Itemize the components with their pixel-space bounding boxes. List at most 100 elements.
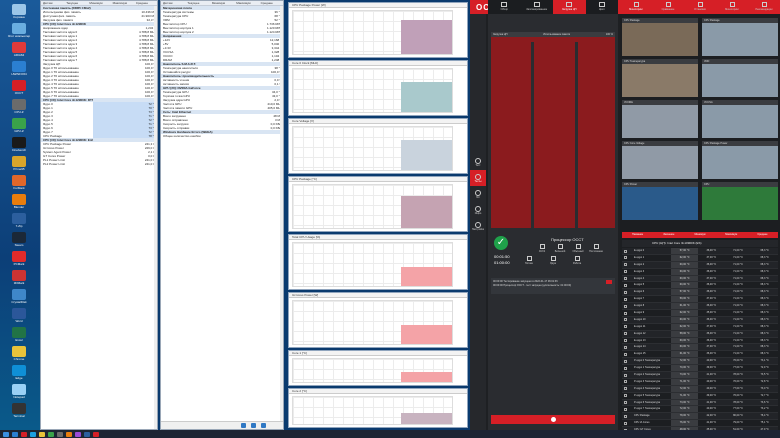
sidebar-item[interactable]: Лог [470, 186, 486, 202]
table-column-header[interactable]: Среднее [747, 232, 778, 238]
column-header[interactable]: Среднее [259, 1, 283, 5]
desktop-shortcut[interactable]: HWiNFO64 [6, 61, 32, 79]
row-checkbox[interactable] [624, 380, 627, 384]
table-row[interactable]: Е-ядро 3 60,00 °C 36,00 °C 71,00 °C 68,3 °C [622, 268, 778, 276]
hwinfo-reset-icon[interactable] [241, 423, 246, 428]
row-checkbox[interactable] [624, 270, 627, 274]
row-checkbox[interactable] [624, 332, 627, 336]
row-checkbox[interactable] [624, 318, 627, 322]
test-tab[interactable]: Запланированное [521, 0, 554, 14]
test-tab[interactable]: Загрузка ЦП [553, 0, 586, 14]
row-checkbox[interactable] [624, 407, 627, 411]
desktop-shortcut[interactable]: Prime95 [6, 156, 32, 174]
table-row[interactable]: Р-ядро 5 Температура 71,00 °C 39,00 °C 76,0… [622, 392, 778, 400]
row-checkbox[interactable] [624, 311, 627, 315]
monitor-tab[interactable]: Мониторинг [716, 0, 748, 14]
sidebar-item[interactable]: Тесты [470, 170, 486, 186]
table-row[interactable]: Е-ядро 10 60,00 °C 36,00 °C 71,00 °C 68,3 °C [622, 316, 778, 324]
taskbar-app-icon[interactable] [48, 431, 54, 437]
taskbar-app-icon[interactable] [84, 431, 90, 437]
table-row[interactable]: Е-ядро 11 62,00 °C 37,00 °C 71,00 °C 68,3 °C [622, 323, 778, 331]
sensor-row[interactable]: PL2 Power Limit 241,0 W [41, 162, 157, 166]
row-checkbox[interactable] [624, 283, 627, 287]
desktop-shortcut[interactable]: Steam [6, 232, 32, 250]
hwinfo-settings-icon[interactable] [261, 423, 266, 428]
column-header[interactable]: Датчик [161, 1, 185, 5]
table-row[interactable]: Е-ядро 0 57,00 °C 36,00 °C 71,00 °C 68,3 °C [622, 248, 778, 255]
column-header[interactable]: Максимум [111, 1, 134, 5]
table-row[interactable]: Р-ядро 1 Температура 70,00 °C 39,00 °C 77,0… [622, 365, 778, 373]
row-checkbox[interactable] [624, 366, 627, 370]
row-checkbox[interactable] [624, 256, 627, 260]
start-button[interactable] [3, 431, 9, 437]
desktop-shortcut[interactable]: 3DMark [6, 270, 32, 288]
taskbar-app-icon[interactable] [30, 431, 36, 437]
table-column-header[interactable]: Максимум [716, 232, 747, 238]
monitor-tab[interactable]: Рекомендации [748, 0, 780, 14]
desktop-shortcut[interactable]: AIDA64 [6, 42, 32, 60]
monitor-tab[interactable]: Установки [684, 0, 716, 14]
desktop-shortcut[interactable]: CrystalDisk [6, 289, 32, 307]
row-checkbox[interactable] [624, 263, 627, 267]
taskbar-app-icon[interactable] [21, 431, 27, 437]
hwinfo-log-icon[interactable] [251, 423, 256, 428]
test-tab[interactable]: Цикл [586, 0, 619, 14]
table-row[interactable]: Е-ядро 8 61,00 °C 36,00 °C 71,00 °C 68,3 °C [622, 303, 778, 311]
desktop-shortcut[interactable]: CPU-Z [6, 99, 32, 117]
row-checkbox[interactable] [624, 325, 627, 329]
row-checkbox[interactable] [624, 359, 627, 363]
table-row[interactable]: Е-ядро 7 59,00 °C 37,00 °C 71,00 °C 68,3 °C [622, 296, 778, 304]
table-row[interactable]: CPU Package 78,00 °C 42,00 °C 80,00 °C 76,4 … [622, 413, 778, 421]
taskbar-app-icon[interactable] [12, 431, 18, 437]
clear-log-button[interactable] [606, 280, 612, 284]
desktop-shortcut[interactable]: Excel [6, 327, 32, 345]
column-header[interactable]: Датчик [41, 1, 64, 5]
sensor-row[interactable]: Общее количество ошибок 0 [161, 134, 283, 138]
table-row[interactable]: Е-ядро 13 60,00 °C 36,00 °C 71,00 °C 68,3 °C [622, 337, 778, 345]
desktop-shortcut[interactable]: Этот компьютер [6, 23, 32, 41]
column-header[interactable]: Минимум [87, 1, 110, 5]
taskbar-app-icon[interactable] [93, 431, 99, 437]
desktop-shortcut[interactable]: Chrome [6, 346, 32, 364]
table-row[interactable]: Е-ядро 4 60,00 °C 37,00 °C 71,00 °C 68,3 °C [622, 275, 778, 283]
column-header[interactable]: Минимум [210, 1, 234, 5]
row-checkbox[interactable] [624, 297, 627, 301]
table-row[interactable]: Е-ядро 6 57,00 °C 36,00 °C 71,00 °C 68,3 °C [622, 289, 778, 297]
sidebar-item[interactable]: Настройки [470, 218, 486, 234]
desktop-shortcut[interactable]: Terminal [6, 403, 32, 421]
desktop-shortcut[interactable]: FurMark [6, 175, 32, 193]
desktop-shortcut[interactable]: Edge [6, 365, 32, 383]
row-checkbox[interactable] [624, 249, 627, 253]
column-header[interactable]: Максимум [234, 1, 258, 5]
desktop-shortcut[interactable]: OCCT [6, 80, 32, 98]
desktop-shortcut[interactable]: Word [6, 308, 32, 326]
row-checkbox[interactable] [624, 304, 627, 308]
table-column-header[interactable]: Минимум [684, 232, 715, 238]
desktop-shortcut[interactable]: Корзина [6, 4, 32, 22]
table-row[interactable]: Р-ядро 6 Температура 73,00 °C 41,00 °C 78,0… [622, 399, 778, 407]
table-row[interactable]: Е-ядро 2 60,00 °C 36,00 °C 71,00 °C 68,3 °C [622, 261, 778, 269]
row-checkbox[interactable] [624, 414, 627, 418]
table-row[interactable]: CPU IA Cores 76,00 °C 41,00 °C 79,00 °C 75,1… [622, 420, 778, 428]
desktop-shortcut[interactable]: GPU-Z [6, 118, 32, 136]
desktop-shortcut[interactable]: Notepad [6, 384, 32, 402]
column-header[interactable]: Текущее [185, 1, 209, 5]
table-row[interactable]: Р-ядро 7 Температура 72,00 °C 40,00 °C 77,0… [622, 406, 778, 414]
scrollbar[interactable] [280, 6, 283, 429]
table-column-header[interactable]: Значение [653, 232, 684, 238]
desktop-shortcut[interactable]: Blender [6, 194, 32, 212]
table-row[interactable]: Р-ядро 0 Температура 72,00 °C 40,00 °C 76,0… [622, 358, 778, 366]
scrollbar[interactable] [154, 6, 157, 429]
row-checkbox[interactable] [624, 345, 627, 349]
row-checkbox[interactable] [624, 277, 627, 281]
test-tab[interactable]: Обзор [488, 0, 521, 14]
taskbar-app-icon[interactable] [57, 431, 63, 437]
taskbar-app-icon[interactable] [75, 431, 81, 437]
row-checkbox[interactable] [624, 394, 627, 398]
row-checkbox[interactable] [624, 290, 627, 294]
sidebar-item[interactable]: Тест [470, 154, 486, 170]
table-column-header[interactable]: Название [622, 232, 653, 238]
desktop-shortcut[interactable]: Cinebench [6, 137, 32, 155]
table-row[interactable]: Е-ядро 15 61,00 °C 36,00 °C 71,00 °C 68,3 °C [622, 351, 778, 359]
table-row[interactable]: Е-ядро 1 62,00 °C 37,00 °C 71,00 °C 68,3 °C [622, 254, 778, 262]
